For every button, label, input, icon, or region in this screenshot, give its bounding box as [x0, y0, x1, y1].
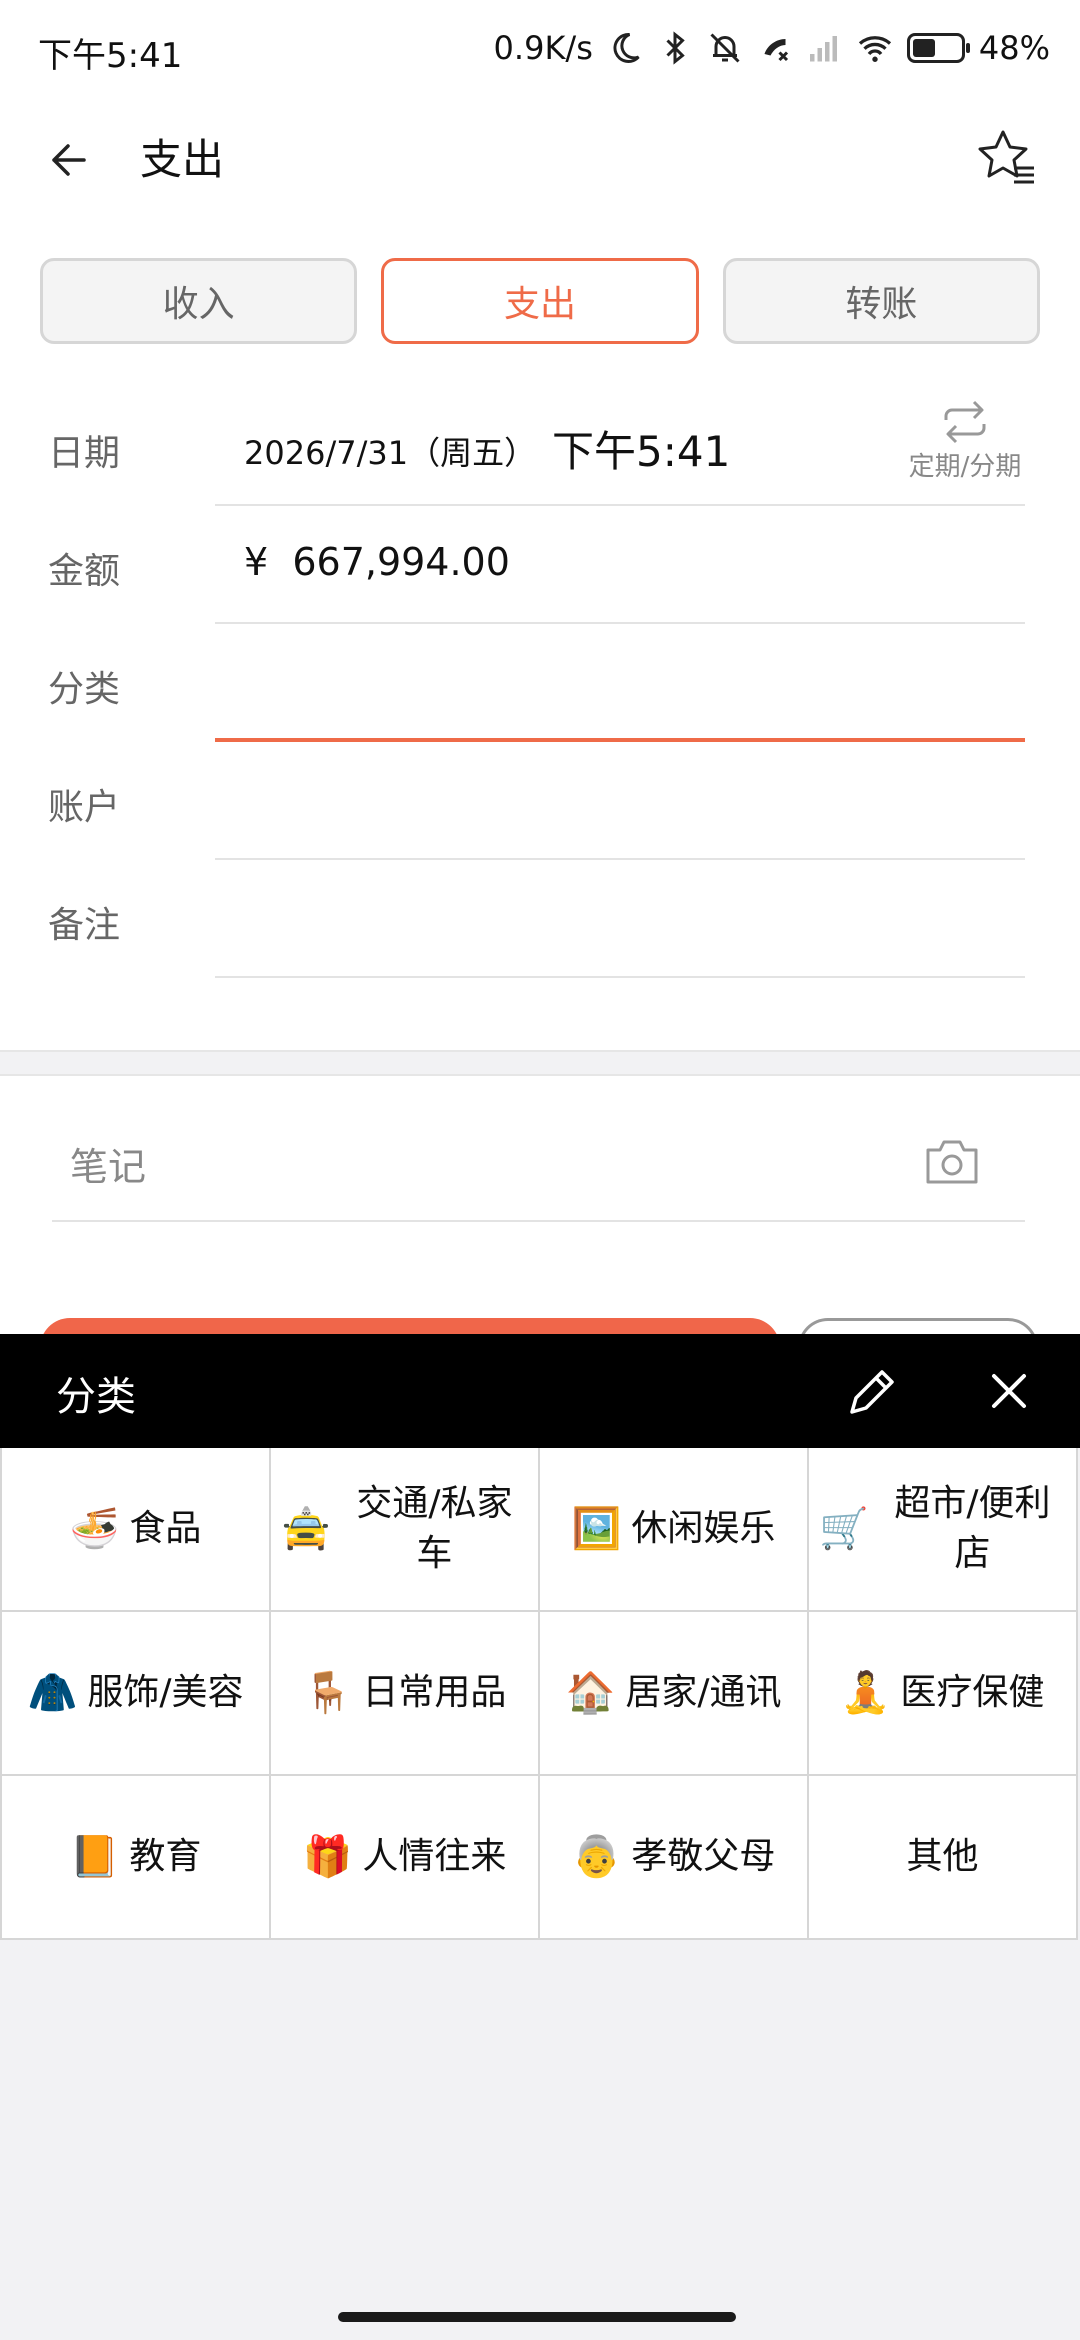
category-item-food[interactable]: 🍜 食品: [2, 1448, 271, 1612]
category-item-gifts[interactable]: 🎁 人情往来: [271, 1776, 540, 1940]
category-item-label: 医疗保健: [900, 1672, 1045, 1713]
date-label: 日期: [48, 433, 121, 474]
category-item-label: 服饰/美容: [87, 1672, 244, 1713]
signal-icon: [809, 36, 837, 62]
app-header: 支出: [0, 110, 1080, 210]
battery-icon: [906, 33, 970, 63]
moon-icon: [613, 32, 640, 63]
wifi-icon: [858, 36, 891, 62]
category-item-leisure[interactable]: 🖼️ 休闲娱乐: [540, 1448, 809, 1612]
star-list-icon[interactable]: [970, 124, 1040, 194]
yoga-icon: 🧘: [840, 1670, 891, 1716]
category-item-home[interactable]: 🏠 居家/通讯: [540, 1612, 809, 1776]
category-item-supermarket[interactable]: 🛒 超市/便利店: [809, 1448, 1078, 1612]
periodic-label: 定期/分期: [908, 452, 1022, 482]
picture-icon: 🖼️: [571, 1506, 622, 1552]
status-time: 下午5:41: [38, 36, 183, 76]
periodic-button[interactable]: 定期/分期: [900, 388, 1030, 506]
coat-icon: 🧥: [27, 1670, 78, 1716]
remark-row[interactable]: 备注: [0, 860, 1080, 978]
note-input[interactable]: 笔记: [70, 1136, 146, 1191]
arrow-left-icon[interactable]: [40, 130, 100, 190]
divider: [52, 1220, 1025, 1222]
date-value[interactable]: 2026/7/31（周五）: [244, 428, 536, 474]
chair-icon: 🪑: [302, 1670, 353, 1716]
category-item-education[interactable]: 📙 教育: [2, 1776, 271, 1940]
amount-field[interactable]: ¥ 667,994.00: [244, 540, 510, 584]
category-item-label: 教育: [129, 1836, 202, 1877]
close-icon[interactable]: [984, 1366, 1034, 1416]
battery-percent: 48%: [978, 29, 1050, 67]
camera-icon[interactable]: [924, 1136, 980, 1186]
category-item-label: 孝敬父母: [631, 1836, 776, 1877]
category-item-other[interactable]: 其他: [809, 1776, 1078, 1940]
section-separator: [0, 1050, 1080, 1076]
category-item-label: 食品: [129, 1508, 202, 1549]
bluetooth-icon: [666, 31, 685, 65]
bell-off-icon: [710, 33, 740, 63]
account-row[interactable]: 账户: [0, 742, 1080, 860]
category-item-label: 日常用品: [362, 1672, 507, 1713]
status-bar: 下午5:41 0.9K/s 48%: [0, 0, 1080, 96]
category-sheet-header: 分类: [0, 1334, 1080, 1448]
category-item-label: 超市/便利店: [894, 1483, 1051, 1574]
date-row[interactable]: 日期 2026/7/31（周五） 下午5:41 定期/分期: [0, 388, 1080, 506]
note-section: 笔记: [0, 1076, 1080, 1336]
tab-income[interactable]: 收入: [40, 258, 358, 344]
category-label: 分类: [48, 669, 121, 710]
elder-icon: 👵: [571, 1834, 622, 1880]
gift-icon: 🎁: [302, 1834, 353, 1880]
category-item-transport[interactable]: 🚖 交通/私家车: [271, 1448, 540, 1612]
page-title: 支出: [140, 135, 225, 184]
noodle-icon: 🍜: [69, 1506, 120, 1552]
category-item-medical[interactable]: 🧘 医疗保健: [809, 1612, 1078, 1776]
home-indicator[interactable]: [338, 2312, 736, 2322]
remark-label: 备注: [48, 905, 121, 946]
account-label: 账户: [48, 787, 121, 828]
pencil-icon[interactable]: [844, 1364, 900, 1420]
category-item-label: 其他: [906, 1836, 979, 1877]
category-item-apparel[interactable]: 🧥 服饰/美容: [2, 1612, 271, 1776]
book-icon: 📙: [69, 1834, 120, 1880]
tab-expense[interactable]: 支出: [381, 258, 699, 344]
divider: [215, 976, 1025, 978]
category-item-label: 交通/私家车: [356, 1483, 513, 1574]
category-grid: 🍜 食品 🚖 交通/私家车 🖼️ 休闲娱乐 🛒 超市/便利店 🧥 服饰/美容 🪑 日常用品 …: [0, 1448, 1080, 1940]
category-item-label: 休闲娱乐: [631, 1508, 776, 1549]
category-row[interactable]: 分类: [0, 624, 1080, 742]
category-item-label: 居家/通讯: [625, 1672, 782, 1713]
repeat-icon: [944, 400, 986, 444]
sheet-title: 分类: [56, 1374, 136, 1420]
category-item-daily[interactable]: 🪑 日常用品: [271, 1612, 540, 1776]
time-value[interactable]: 下午5:41: [552, 418, 730, 479]
cart-icon: 🛒: [819, 1506, 869, 1552]
network-speed: 0.9K/s: [493, 29, 593, 67]
amount-label: 金额: [48, 551, 121, 592]
status-icons: 0.9K/s 48%: [494, 24, 1050, 72]
category-item-label: 人情往来: [362, 1836, 507, 1877]
call-icon: [764, 39, 788, 62]
taxi-icon: 🚖: [281, 1506, 331, 1552]
amount-row[interactable]: 金额 ¥ 667,994.00: [0, 506, 1080, 624]
house-icon: 🏠: [565, 1670, 616, 1716]
category-item-parents[interactable]: 👵 孝敬父母: [540, 1776, 809, 1940]
type-tabs: 收入 支出 转账: [40, 258, 1040, 344]
tab-transfer[interactable]: 转账: [722, 258, 1040, 344]
